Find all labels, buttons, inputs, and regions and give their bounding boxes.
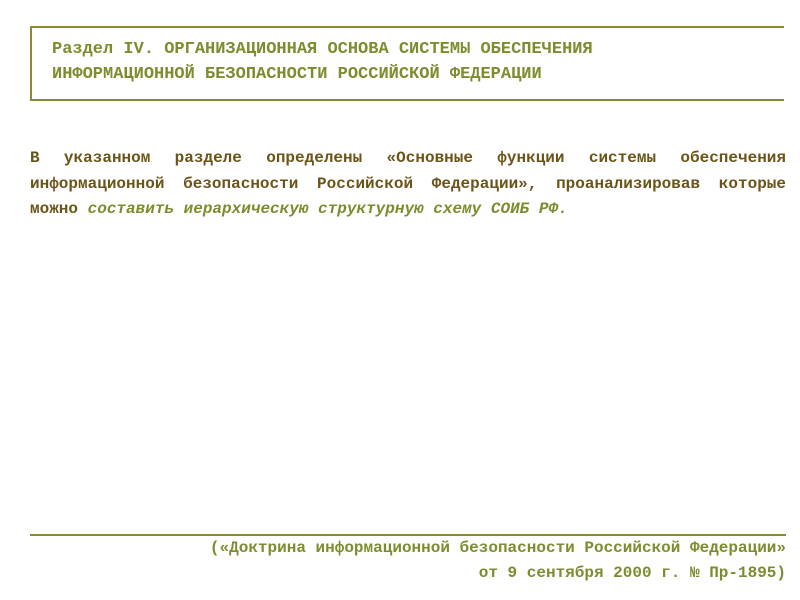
footer-line-2: от 9 сентября 2000 г. № Пр-1895)	[479, 564, 786, 582]
body-paragraph: В указанном разделе определены «Основные…	[30, 146, 786, 223]
footer-line-1: («Доктрина информационной безопасности Р…	[210, 539, 786, 557]
body-text-italic: составить иерархическую структурную схем…	[88, 200, 568, 218]
section-title: Раздел IV. ОРГАНИЗАЦИОННАЯ ОСНОВА СИСТЕМ…	[52, 38, 764, 87]
title-line-2: ИНФОРМАЦИОННОЙ БЕЗОПАСНОСТИ РОССИЙСКОЙ Ф…	[52, 65, 542, 84]
footer-citation: («Доктрина информационной безопасности Р…	[30, 536, 786, 586]
section-title-box: Раздел IV. ОРГАНИЗАЦИОННАЯ ОСНОВА СИСТЕМ…	[30, 26, 784, 101]
title-line-1: Раздел IV. ОРГАНИЗАЦИОННАЯ ОСНОВА СИСТЕМ…	[52, 40, 593, 59]
